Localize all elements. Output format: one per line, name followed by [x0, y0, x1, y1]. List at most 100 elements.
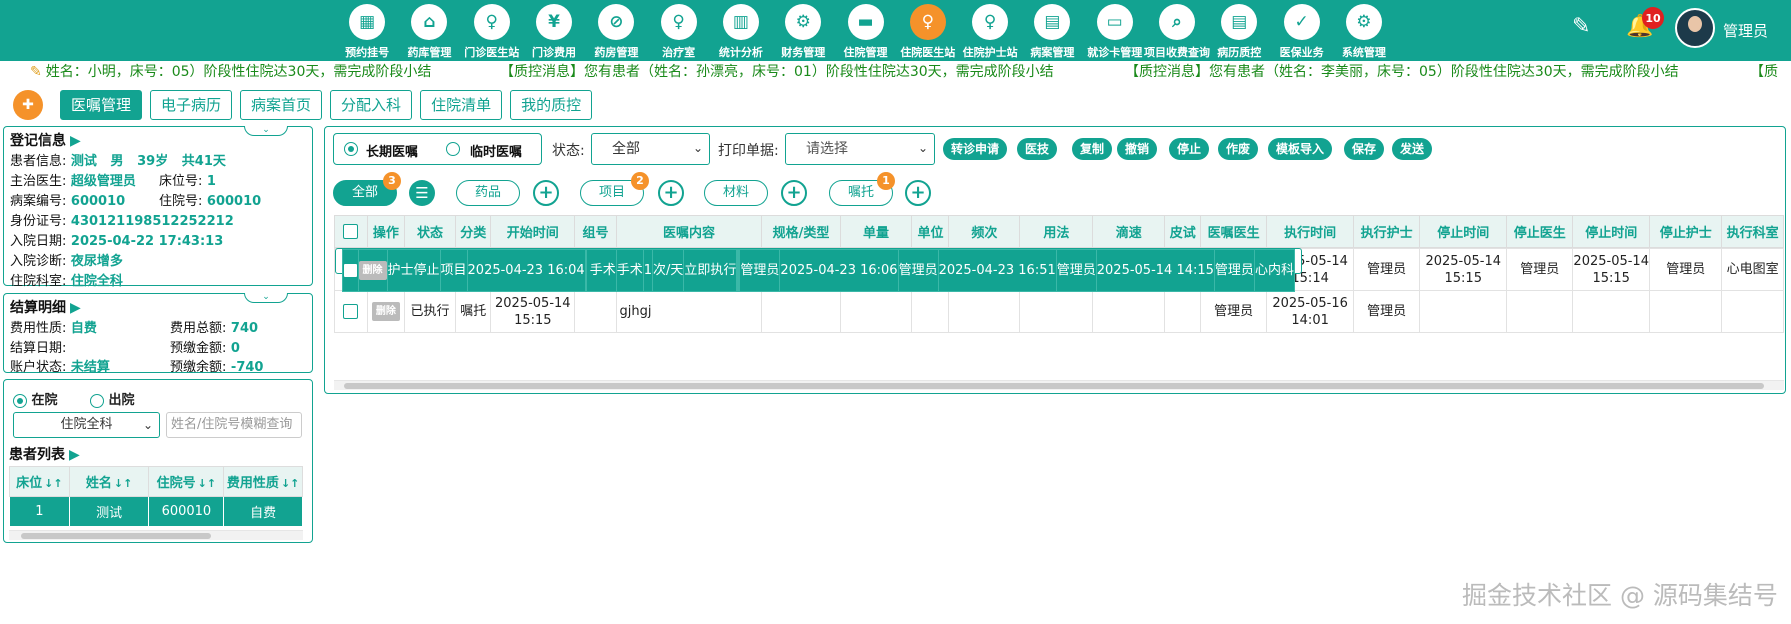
nav-label: 门诊医生站 — [464, 46, 520, 59]
play-icon[interactable]: ▶ — [70, 133, 81, 149]
col-inpatient-no[interactable]: 住院号 ↓↑ — [148, 466, 225, 497]
delete-button[interactable]: 删除 — [359, 261, 386, 280]
collapse-toggle[interactable]: ⌄ — [244, 126, 288, 136]
account-status-row: 账户状态: 未结算 — [10, 360, 110, 375]
cell-qty — [839, 290, 913, 333]
tab-order-management[interactable]: 医嘱管理 — [60, 90, 143, 120]
nav-item-4[interactable]: ¥ 门诊费用 — [523, 0, 585, 61]
collapse-toggle[interactable]: ⌄ — [244, 293, 288, 303]
long-term-label[interactable]: 长期医嘱 — [366, 141, 418, 160]
send-button[interactable]: 发送 — [1392, 138, 1433, 160]
discharged-radio[interactable]: 出院 — [90, 389, 135, 408]
deposit-row: 预缴金额: 0 — [170, 341, 240, 356]
status-select[interactable]: 全部 ⌄ — [591, 133, 710, 165]
orders-scrollbar[interactable] — [334, 380, 1784, 390]
select-all-checkbox[interactable] — [334, 215, 368, 248]
referral-button[interactable]: 转诊申请 — [943, 138, 1008, 160]
nav-item-3[interactable]: ♀ 门诊医生站 — [461, 0, 523, 61]
radio-icon[interactable] — [90, 393, 104, 408]
patient-list-scrollbar[interactable] — [9, 530, 303, 540]
category-drug[interactable]: 药品 — [456, 180, 520, 206]
avatar[interactable] — [1675, 8, 1715, 48]
nav-item-9[interactable]: ▬ 住院管理 — [834, 0, 896, 61]
nav-label: 项目收费查询 — [1144, 46, 1211, 59]
cell-fee-nature: 自费 — [223, 496, 303, 527]
nav-label: 住院医生站 — [900, 46, 956, 59]
tab-inpatient-list[interactable]: 住院清单 — [420, 90, 503, 120]
patient-search-input[interactable]: 姓名/住院号模糊查询 — [166, 412, 302, 438]
col-fee-nature[interactable]: 费用性质 ↓↑ — [223, 466, 303, 497]
sort-icon[interactable]: ↓↑ — [114, 477, 132, 490]
cell-stop-doctor: 管理员 — [1055, 249, 1097, 292]
tab-case-homepage[interactable]: 病案首页 — [240, 90, 323, 120]
nav-item-11[interactable]: ♀ 住院护士站 — [959, 0, 1021, 61]
in-hospital-radio[interactable]: 在院 — [13, 389, 58, 408]
category-material[interactable]: 材料 — [704, 180, 768, 206]
col-header: 停止时间 — [1419, 215, 1508, 248]
temporary-radio[interactable] — [446, 142, 460, 156]
revoke-button[interactable]: 撤销 — [1117, 138, 1158, 160]
sort-icon[interactable]: ↓↑ — [44, 477, 62, 490]
col-header: 医嘱内容 — [615, 215, 763, 248]
medtech-button[interactable]: 医技 — [1017, 138, 1058, 160]
checkbox-icon[interactable] — [343, 263, 357, 278]
nav-item-10[interactable]: ♀ 住院医生站 — [897, 0, 959, 61]
tab-emr[interactable]: 电子病历 — [150, 90, 233, 120]
nav-item-14[interactable]: ⌕ 项目收费查询 — [1144, 0, 1211, 61]
patient-list-title: 患者列表 ▶ — [9, 447, 80, 463]
row-actions: 删除 — [366, 290, 405, 333]
table-row[interactable]: 删除 护士停止 项目 2025-04-23 16:04 手术 手术 1 次/天 立即执行 管理员 2… — [334, 248, 1302, 292]
tab-my-qc[interactable]: 我的质控 — [510, 90, 593, 120]
save-button[interactable]: 保存 — [1344, 138, 1385, 160]
row-checkbox[interactable] — [334, 290, 368, 333]
nav-item-2[interactable]: ⌂ 药库管理 — [398, 0, 460, 61]
play-icon[interactable]: ▶ — [69, 447, 80, 463]
nav-label: 住院管理 — [843, 46, 888, 59]
cell-qty: 1 — [642, 249, 654, 292]
play-icon[interactable]: ▶ — [70, 300, 81, 316]
void-button[interactable]: 作废 — [1218, 138, 1259, 160]
add-drug-icon[interactable]: + — [533, 180, 559, 206]
table-row[interactable]: 1 测试 600010 自费 — [9, 496, 303, 527]
delete-button[interactable]: 删除 — [371, 302, 400, 321]
checkbox-icon[interactable] — [343, 224, 359, 239]
import-template-button[interactable]: 模板导入 — [1268, 138, 1333, 160]
col-bed[interactable]: 床位 ↓↑ — [9, 466, 70, 497]
add-instruction-icon[interactable]: + — [905, 180, 931, 206]
nav-item-6[interactable]: ♀ 治疗室 — [647, 0, 709, 61]
table-row[interactable]: 删除 已执行 嘱托 2025-05-14 15:15 gjhgj 管理员 2025-05-1… — [334, 290, 1784, 333]
watermark: 掘金技术社区 @ 源码集结号 — [1462, 581, 1778, 610]
sort-icon[interactable]: ↓↑ — [198, 477, 216, 490]
nav-item-16[interactable]: ✓ 医保业务 — [1270, 0, 1332, 61]
add-item-icon[interactable]: + — [658, 180, 684, 206]
pill-icon: ⊘ — [598, 4, 635, 40]
dept-select[interactable]: 住院全科 ⌄ — [13, 412, 160, 438]
nav-item-8[interactable]: ⚙ 财务管理 — [772, 0, 834, 61]
settlement-panel: ⌄ 结算明细 ▶ 费用性质: 自费 费用总额: 740 结算日期: 预缴金额: 0… — [3, 293, 313, 375]
temporary-label[interactable]: 临时医嘱 — [470, 141, 522, 160]
list-icon[interactable]: ☰ — [409, 180, 435, 206]
edit-icon[interactable]: ✎ — [1572, 14, 1590, 39]
col-header: 状态 — [403, 215, 457, 248]
tab-assign-dept[interactable]: 分配入科 — [330, 90, 413, 120]
row-checkbox[interactable] — [341, 249, 359, 292]
nav-item-1[interactable]: ▦ 预约挂号 — [336, 0, 398, 61]
long-term-radio[interactable] — [344, 142, 358, 156]
user-name[interactable]: 管理员 — [1723, 20, 1768, 41]
radio-icon[interactable] — [13, 393, 27, 408]
nav-item-13[interactable]: ▭ 就诊卡管理 — [1084, 0, 1146, 61]
print-select[interactable]: 请选择 ⌄ — [785, 133, 935, 165]
col-header: 分类 — [455, 215, 492, 248]
col-header: 用法 — [1019, 215, 1094, 248]
nav-item-15[interactable]: ▤ 病历质控 — [1208, 0, 1270, 61]
stop-button[interactable]: 停止 — [1169, 138, 1210, 160]
col-name[interactable]: 姓名 ↓↑ — [68, 466, 150, 497]
nav-item-12[interactable]: ▤ 病案管理 — [1021, 0, 1083, 61]
nav-item-17[interactable]: ⚙ 系统管理 — [1333, 0, 1395, 61]
checkbox-icon[interactable] — [343, 304, 359, 319]
nav-item-5[interactable]: ⊘ 药房管理 — [585, 0, 647, 61]
nav-item-7[interactable]: ▥ 统计分析 — [710, 0, 772, 61]
sort-icon[interactable]: ↓↑ — [281, 477, 299, 490]
add-material-icon[interactable]: + — [781, 180, 807, 206]
copy-button[interactable]: 复制 — [1072, 138, 1113, 160]
